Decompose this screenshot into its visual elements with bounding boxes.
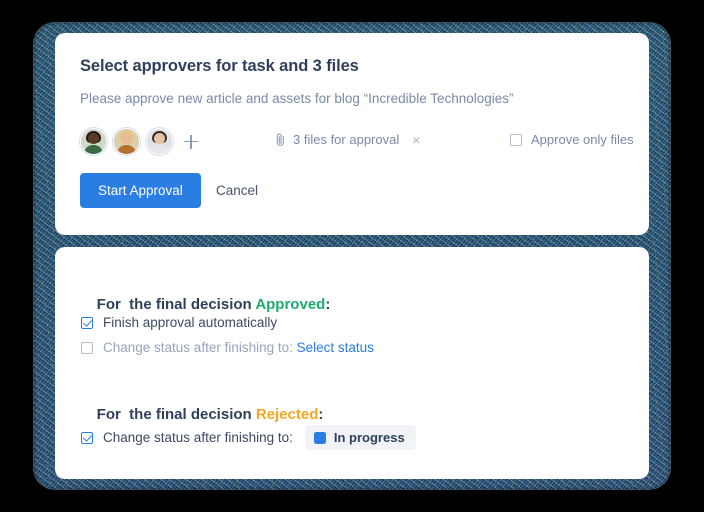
files-chip-label: 3 files for approval [293, 132, 400, 147]
rejected-change-status-label: Change status after finishing to: [103, 430, 293, 445]
approved-change-status-checkbox[interactable] [81, 341, 93, 354]
rejected-heading-suffix: : [318, 406, 324, 423]
finish-approval-checkbox[interactable] [81, 316, 93, 329]
avatar-approver-1[interactable] [80, 128, 107, 155]
approved-keyword: Approved [255, 296, 326, 313]
rule-approved-change-status[interactable]: Change status after finishing to: Select… [81, 340, 374, 355]
rule-rejected-change-status[interactable]: Change status after finishing to: In pro… [81, 425, 416, 450]
paperclip-icon [275, 133, 286, 147]
page-subtitle: Please approve new article and assets fo… [80, 91, 514, 106]
rule-finish-approval-automatically[interactable]: Finish approval automatically [81, 315, 277, 330]
status-badge-label: In progress [333, 430, 405, 445]
approved-heading-suffix: : [325, 296, 331, 313]
start-approval-button[interactable]: Start Approval [80, 173, 201, 208]
status-color-swatch [313, 431, 326, 444]
rejected-change-status-checkbox[interactable] [81, 431, 93, 444]
page-title: Select approvers for task and 3 files [80, 57, 359, 75]
approve-only-files-label: Approve only files [531, 132, 634, 147]
cancel-button[interactable]: Cancel [210, 173, 264, 208]
approver-avatars [80, 128, 200, 155]
approved-change-status-label: Change status after finishing to: [103, 340, 293, 355]
approve-only-files-option[interactable]: Approve only files [510, 132, 634, 147]
add-approver-button[interactable] [182, 133, 200, 151]
files-for-approval-chip[interactable]: 3 files for approval × [275, 132, 420, 147]
rejected-keyword: Rejected [255, 406, 319, 423]
approve-only-files-checkbox[interactable] [510, 133, 522, 146]
finish-approval-label: Finish approval automatically [103, 315, 278, 330]
status-badge-in-progress[interactable]: In progress [304, 425, 416, 450]
rejected-heading-prefix: For the final decision [96, 406, 256, 423]
select-approvers-card: Select approvers for task and 3 files Pl… [55, 33, 649, 235]
avatar-approver-2[interactable] [113, 128, 140, 155]
decision-rules-card: For the final decision Approved: Finish … [55, 247, 649, 479]
avatar-approver-3[interactable] [146, 128, 173, 155]
select-status-link[interactable]: Select status [297, 340, 374, 355]
close-icon[interactable]: × [412, 133, 420, 147]
approved-heading-prefix: For the final decision [96, 296, 256, 313]
